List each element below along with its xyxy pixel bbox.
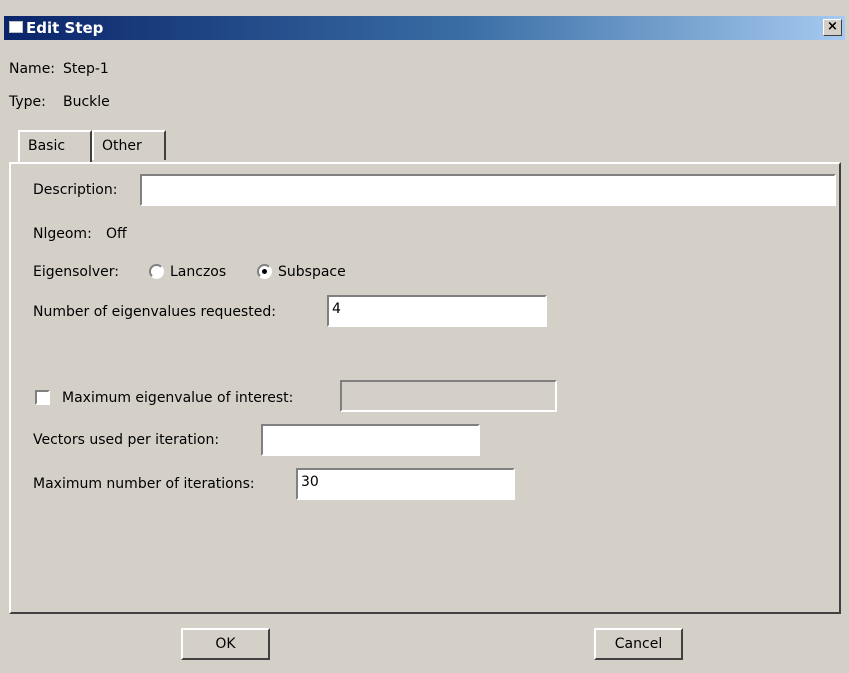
window-title: Edit Step xyxy=(26,19,104,37)
name-value: Step-1 xyxy=(63,61,109,77)
lanczos-radio[interactable] xyxy=(149,264,164,279)
type-label: Type: xyxy=(9,94,46,110)
max-iterations-input[interactable]: 30 xyxy=(296,468,515,500)
radio-selected-dot xyxy=(262,269,267,274)
basic-tab-panel: Description: Nlgeom: Off Eigensolver: La… xyxy=(9,162,841,614)
nlgeom-label: Nlgeom: xyxy=(33,226,92,242)
title-bar[interactable]: Edit Step × xyxy=(4,16,845,40)
lanczos-label[interactable]: Lanczos xyxy=(170,264,226,280)
max-eigenvalue-label[interactable]: Maximum eigenvalue of interest: xyxy=(62,390,293,406)
subspace-label[interactable]: Subspace xyxy=(278,264,346,280)
nlgeom-value: Off xyxy=(106,226,127,242)
vectors-input[interactable] xyxy=(261,424,480,456)
vectors-label: Vectors used per iteration: xyxy=(33,432,220,448)
tab-basic[interactable]: Basic xyxy=(18,130,92,162)
cancel-button[interactable]: Cancel xyxy=(594,628,683,660)
num-eigenvalues-input[interactable]: 4 xyxy=(327,295,547,327)
description-label: Description: xyxy=(33,182,118,198)
tab-other[interactable]: Other xyxy=(92,130,166,160)
type-value: Buckle xyxy=(63,94,110,110)
window-icon xyxy=(9,21,23,33)
edit-step-dialog: Edit Step × Name: Step-1 Type: Buckle Ba… xyxy=(0,0,849,673)
num-eigenvalues-label: Number of eigenvalues requested: xyxy=(33,304,276,320)
max-eigenvalue-input[interactable] xyxy=(340,380,557,412)
description-input[interactable] xyxy=(140,174,836,206)
subspace-radio[interactable] xyxy=(257,264,272,279)
ok-button[interactable]: OK xyxy=(181,628,270,660)
eigensolver-label: Eigensolver: xyxy=(33,264,119,280)
close-button[interactable]: × xyxy=(823,19,842,36)
max-iterations-label: Maximum number of iterations: xyxy=(33,476,255,492)
name-label: Name: xyxy=(9,61,56,77)
max-eigenvalue-checkbox[interactable] xyxy=(35,390,50,405)
